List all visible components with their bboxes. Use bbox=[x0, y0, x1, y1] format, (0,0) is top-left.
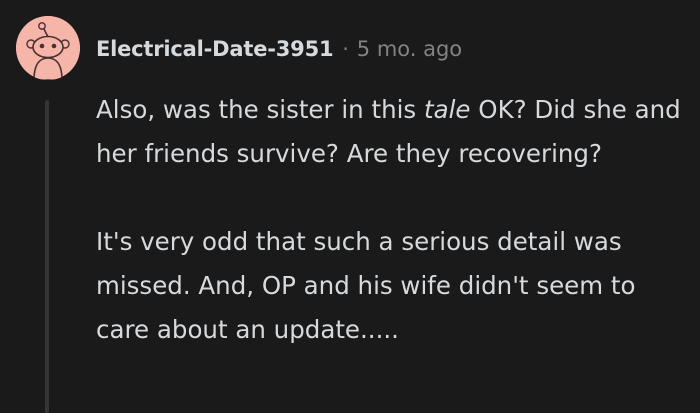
snoo-avatar-icon bbox=[16, 16, 80, 80]
comment-body: Also, was the sister in this tale OK? Di… bbox=[96, 88, 686, 352]
emphasized-text: tale bbox=[424, 95, 471, 124]
comment: Electrical-Date-3951 · 5 mo. ago Also, w… bbox=[0, 0, 700, 413]
separator-dot: · bbox=[342, 37, 349, 61]
thread-collapse-line[interactable] bbox=[45, 100, 49, 413]
comment-paragraph: It's very odd that such a serious detail… bbox=[96, 227, 636, 344]
username-link[interactable]: Electrical-Date-3951 bbox=[96, 37, 334, 61]
timestamp[interactable]: 5 mo. ago bbox=[357, 37, 462, 61]
avatar[interactable] bbox=[16, 16, 80, 80]
paragraph-text: Also, was the sister in this bbox=[96, 95, 424, 124]
comment-header: Electrical-Date-3951 · 5 mo. ago bbox=[96, 34, 462, 64]
comment-paragraph: Also, was the sister in this tale OK? Di… bbox=[96, 88, 686, 176]
